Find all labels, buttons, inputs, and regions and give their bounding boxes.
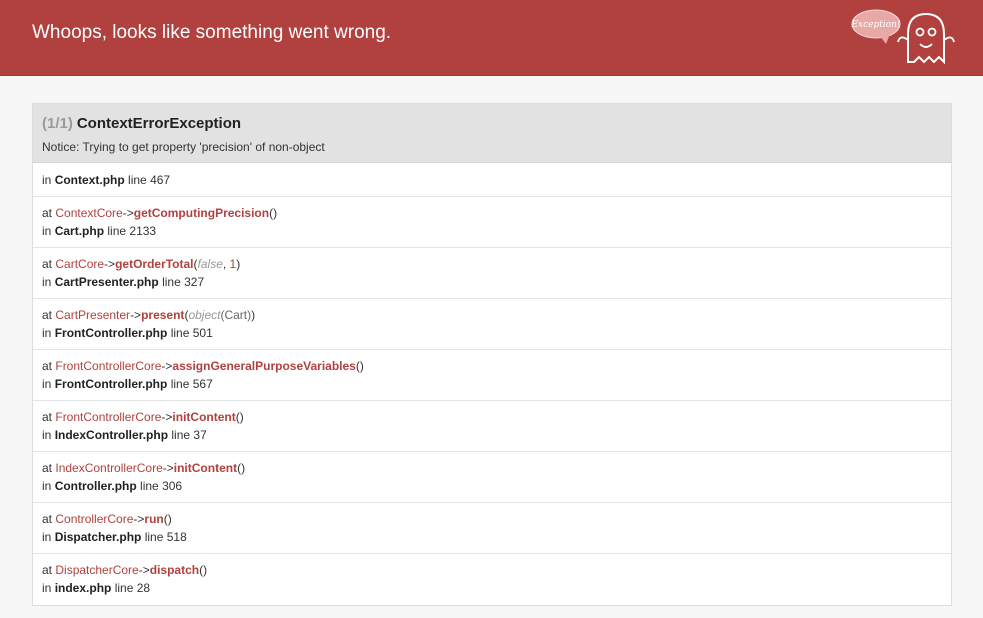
line-number: 28 [136,581,151,595]
file-name: FrontController.php [54,326,168,340]
exception-header: (1/1) ContextErrorException Notice: Tryin… [33,104,951,163]
trace-arg: (Cart) [220,308,252,322]
trace-method: getOrderTotal [115,257,194,271]
trace-class: ContextCore [55,206,123,220]
trace-row: at FrontControllerCore->assignGeneralPur… [33,350,951,401]
line-number: 518 [166,530,187,544]
trace-method: present [141,308,185,322]
line-number: 501 [192,326,213,340]
trace-row: at IndexControllerCore->initContent() in… [33,452,951,503]
trace-method: getComputingPrecision [133,206,270,220]
exception-count: (1/1) [42,115,73,132]
file-name: IndexController.php [54,428,169,442]
trace-row: at CartCore->getOrderTotal(false, 1) in … [33,248,951,299]
exception-message: Notice: Trying to get property 'precisio… [42,140,325,154]
file-name: Dispatcher.php [54,530,142,544]
trace-arg: object [188,308,221,322]
exception-name: ContextErrorException [76,115,242,132]
trace-class: IndexControllerCore [55,461,163,475]
line-number: 467 [150,173,171,187]
trace-method: dispatch [149,563,200,577]
trace-class: CartCore [55,257,105,271]
page-title: Whoops, looks like something went wrong. [32,22,392,43]
file-name: index.php [54,581,112,595]
file-name: Cart.php [54,224,105,238]
trace-class: FrontControllerCore [55,410,162,424]
trace-class: CartPresenter [55,308,131,322]
file-name: CartPresenter.php [54,275,159,289]
trace-row: at ControllerCore->run() in Dispatcher.p… [33,503,951,554]
trace-method: initContent [172,410,236,424]
file-name: FrontController.php [54,377,168,391]
trace-class: DispatcherCore [55,563,139,577]
exception-badge-text: Exception! [850,20,900,30]
trace-row: at DispatcherCore->dispatch() in index.p… [42,563,208,595]
trace-method: initContent [173,461,238,475]
trace-method: assignGeneralPurposeVariables [172,359,356,373]
exception-title: (1/1) ContextErrorException [42,113,942,135]
line-number: 327 [184,275,205,289]
trace-class: ControllerCore [55,512,134,526]
line-number: 37 [193,428,207,442]
trace-method: run [144,512,164,526]
line-number: 306 [162,479,183,493]
trace-class: FrontControllerCore [55,359,162,373]
trace-row: at FrontControllerCore->initContent() in… [33,401,951,452]
exception-panel: (1/1) ContextErrorException Notice: Tryin… [32,103,952,606]
exception-origin: in Context.php line 467 [33,163,951,197]
trace-row: at CartPresenter->present(object(Cart)) … [33,299,951,350]
file-name: Controller.php [54,479,137,493]
file-name: Context.php [54,173,125,187]
trace-arg: false [197,257,223,271]
line-number: 567 [192,377,213,391]
trace-row: at ContextCore->getComputingPrecision() … [33,197,951,248]
ghost-mascot-icon: Exception! [850,4,960,72]
error-header: Whoops, looks like something went wrong.… [0,0,983,76]
line-number: 2133 [129,224,157,238]
